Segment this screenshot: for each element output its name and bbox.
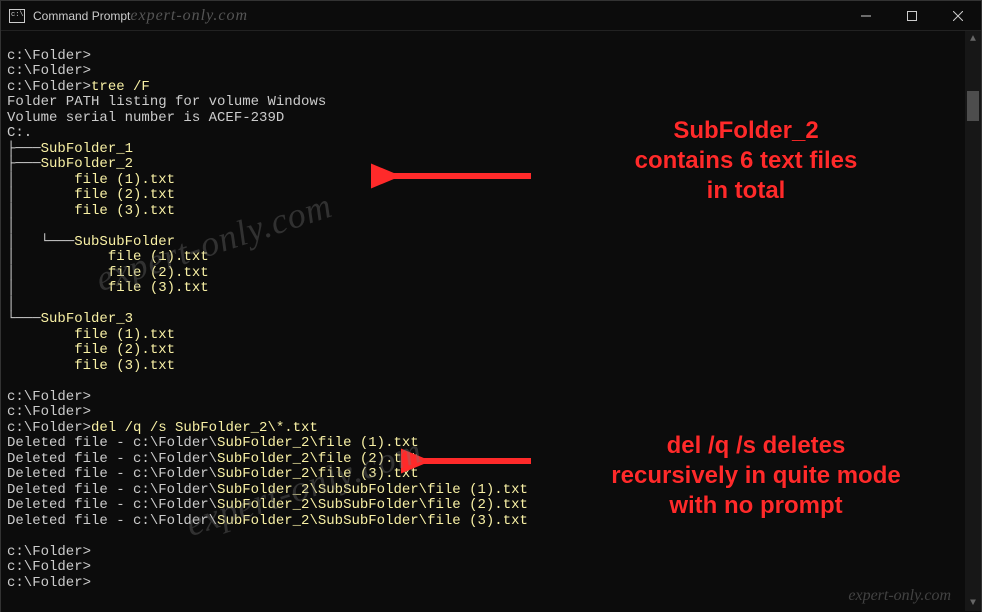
tree-row: └───SubFolder_3 bbox=[7, 311, 133, 327]
tree-row: │ file (3).txt bbox=[7, 280, 209, 296]
tree-row: │ file (2).txt bbox=[7, 187, 175, 203]
deleted-line: Deleted file - c:\Folder\SubFolder_2\fil… bbox=[7, 435, 419, 451]
cmd-del-line: c:\Folder>del /q /s SubFolder_2\*.txt bbox=[7, 420, 318, 436]
tree-row: │ bbox=[7, 296, 15, 312]
deleted-line: Deleted file - c:\Folder\SubFolder_2\Sub… bbox=[7, 497, 528, 513]
deleted-line: Deleted file - c:\Folder\SubFolder_2\Sub… bbox=[7, 482, 528, 498]
prompt-line: c:\Folder> bbox=[7, 575, 91, 591]
tree-row: file (1).txt bbox=[7, 327, 175, 343]
tree-row: file (3).txt bbox=[7, 358, 175, 374]
prompt-line: c:\Folder> bbox=[7, 389, 91, 405]
output-line: C:. bbox=[7, 125, 32, 141]
cmd-tree-line: c:\Folder>tree /F bbox=[7, 79, 150, 95]
scroll-up-arrow-icon[interactable]: ▲ bbox=[965, 31, 981, 47]
titlebar[interactable]: Command Prompt expert-only.com bbox=[1, 1, 981, 31]
prompt-line: c:\Folder> bbox=[7, 544, 91, 560]
tree-row: │ file (2).txt bbox=[7, 265, 209, 281]
output-line: Volume serial number is ACEF-239D bbox=[7, 110, 284, 126]
tree-row: ├───SubFolder_1 bbox=[7, 141, 133, 157]
output-line: Folder PATH listing for volume Windows bbox=[7, 94, 326, 110]
tree-row: │ file (3).txt bbox=[7, 203, 175, 219]
close-button[interactable] bbox=[935, 1, 981, 30]
tree-row: │ file (1).txt bbox=[7, 249, 209, 265]
prompt-line: c:\Folder> bbox=[7, 63, 91, 79]
command-prompt-window: Command Prompt expert-only.com c:\Folder… bbox=[0, 0, 982, 612]
window-title: Command Prompt bbox=[33, 9, 130, 23]
titlebar-buttons bbox=[843, 1, 981, 30]
deleted-line: Deleted file - c:\Folder\SubFolder_2\fil… bbox=[7, 466, 419, 482]
tree-row: │ └───SubSubFolder bbox=[7, 234, 175, 250]
maximize-button[interactable] bbox=[889, 1, 935, 30]
tree-row: │ file (1).txt bbox=[7, 172, 175, 188]
tree-row: file (2).txt bbox=[7, 342, 175, 358]
deleted-line: Deleted file - c:\Folder\SubFolder_2\Sub… bbox=[7, 513, 528, 529]
scroll-down-arrow-icon[interactable]: ▼ bbox=[965, 595, 981, 611]
deleted-line: Deleted file - c:\Folder\SubFolder_2\fil… bbox=[7, 451, 419, 467]
terminal-content[interactable]: c:\Folder> c:\Folder> c:\Folder>tree /F … bbox=[1, 31, 981, 612]
scrollbar-thumb[interactable] bbox=[967, 91, 979, 121]
watermark-titlebar: expert-only.com bbox=[130, 7, 248, 25]
tree-row: ├───SubFolder_2 bbox=[7, 156, 133, 172]
tree-row: │ bbox=[7, 218, 15, 234]
prompt-line: c:\Folder> bbox=[7, 48, 91, 64]
vertical-scrollbar[interactable]: ▲ ▼ bbox=[965, 31, 981, 611]
prompt-line: c:\Folder> bbox=[7, 404, 91, 420]
prompt-line: c:\Folder> bbox=[7, 559, 91, 575]
minimize-button[interactable] bbox=[843, 1, 889, 30]
cmd-icon bbox=[9, 9, 25, 23]
